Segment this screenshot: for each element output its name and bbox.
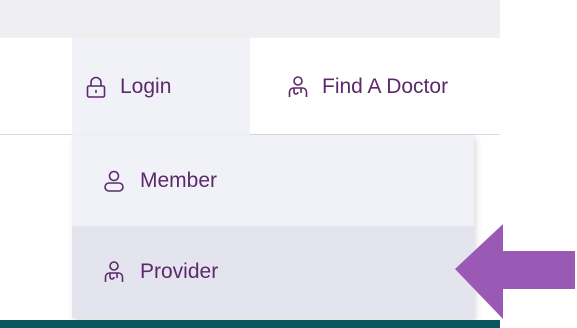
login-label: Login: [120, 74, 172, 98]
find-a-doctor-nav-button[interactable]: Find A Doctor: [286, 38, 506, 135]
provider-label: Provider: [140, 260, 219, 283]
member-label: Member: [140, 169, 218, 192]
annotation-arrow-icon: [455, 224, 575, 319]
lock-icon: [84, 75, 108, 99]
dropdown-item-member[interactable]: Member: [72, 135, 474, 227]
doctor-icon: [286, 75, 310, 99]
user-icon: [102, 169, 126, 193]
provider-icon: [102, 260, 126, 284]
login-nav-button[interactable]: Login: [72, 38, 250, 135]
bottom-band: [0, 320, 500, 328]
login-dropdown-menu: Member Provider: [72, 135, 474, 318]
top-band: [0, 0, 500, 38]
find-a-doctor-label: Find A Doctor: [322, 74, 449, 98]
dropdown-item-provider[interactable]: Provider: [72, 226, 474, 318]
